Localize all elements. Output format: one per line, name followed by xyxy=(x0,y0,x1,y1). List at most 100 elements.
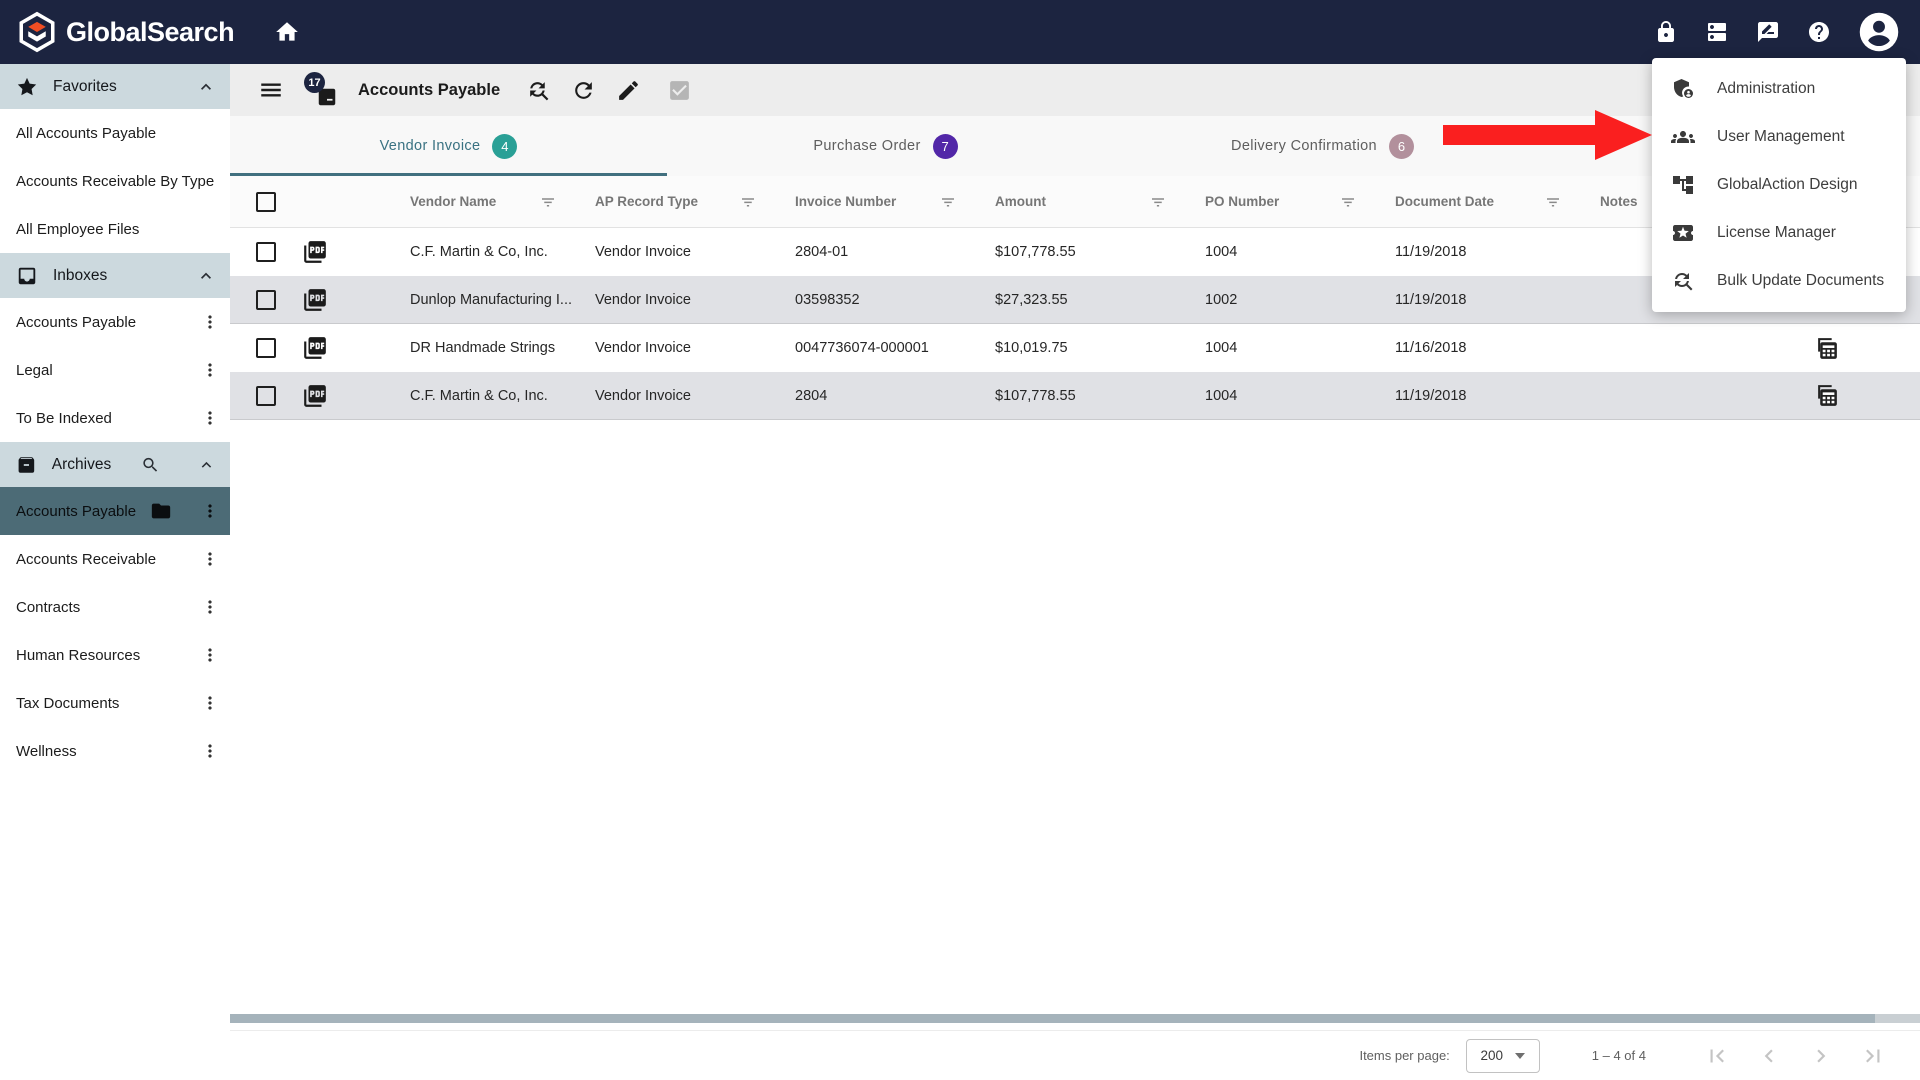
item-label: All Accounts Payable xyxy=(16,124,157,142)
sidebar-item-archive-tax-documents[interactable]: Tax Documents xyxy=(0,679,230,727)
kebab-menu-icon[interactable] xyxy=(200,408,220,428)
cell-vendor-name: Dunlop Manufacturing I... xyxy=(410,291,573,308)
feedback-icon[interactable] xyxy=(1756,20,1780,44)
sidebar-section-archives[interactable]: Archives xyxy=(0,442,230,487)
cell-ap-record-type: Vendor Invoice xyxy=(595,340,691,356)
filter-icon[interactable] xyxy=(1149,193,1167,211)
tab-count-badge: 6 xyxy=(1388,133,1414,159)
menu-item-globalaction-design[interactable]: GlobalAction Design xyxy=(1652,161,1906,209)
avatar[interactable] xyxy=(1858,11,1900,53)
sidebar-item-archive-accounts-receivable[interactable]: Accounts Receivable xyxy=(0,535,230,583)
cell-ap-record-type: Vendor Invoice xyxy=(595,387,691,404)
brand: GlobalSearch xyxy=(16,11,235,53)
filter-icon[interactable] xyxy=(1339,193,1357,211)
admin-shield-icon xyxy=(1674,79,1693,98)
item-label: Contracts xyxy=(16,598,81,616)
tab-delivery-confirmation[interactable]: Delivery Confirmation 6 xyxy=(1104,116,1541,176)
sidebar-item-inbox-accounts-payable[interactable]: Accounts Payable xyxy=(0,298,230,346)
archive-icon xyxy=(18,456,35,473)
table-row[interactable]: C.F. Martin & Co, Inc. Vendor Invoice 28… xyxy=(230,372,1920,420)
kebab-menu-icon[interactable] xyxy=(200,741,220,761)
sidebar-item-inbox-legal[interactable]: Legal xyxy=(0,346,230,394)
row-checkbox[interactable] xyxy=(256,385,276,406)
menu-item-label: License Manager xyxy=(1717,224,1836,241)
kebab-menu-icon[interactable] xyxy=(200,501,220,521)
column-header: PO Number xyxy=(1205,194,1280,209)
help-icon[interactable] xyxy=(1807,20,1831,44)
filter-icon[interactable] xyxy=(939,193,957,211)
notes-icon[interactable] xyxy=(1815,383,1840,408)
workflow-icon xyxy=(1673,176,1693,194)
items-per-page-select[interactable]: 200 xyxy=(1465,1038,1540,1073)
hamburger-menu-icon[interactable] xyxy=(258,77,284,103)
lock-icon[interactable] xyxy=(1654,20,1678,44)
chevron-up-icon xyxy=(201,272,211,279)
sidebar-item-archive-human-resources[interactable]: Human Resources xyxy=(0,631,230,679)
sidebar-item-all-accounts-payable[interactable]: All Accounts Payable xyxy=(0,109,230,157)
menu-item-license-manager[interactable]: License Manager xyxy=(1652,209,1906,257)
item-label: Human Resources xyxy=(16,646,141,664)
kebab-menu-icon[interactable] xyxy=(200,597,220,617)
cell-po-number: 1004 xyxy=(1205,387,1238,404)
kebab-menu-icon[interactable] xyxy=(200,693,220,713)
prev-page-icon[interactable] xyxy=(1756,1043,1782,1069)
groups-icon xyxy=(1671,131,1695,143)
find-replace-icon[interactable] xyxy=(526,78,551,103)
bulk-sync-icon xyxy=(1675,273,1693,291)
sidebar-section-favorites[interactable]: Favorites xyxy=(0,64,230,109)
chevron-up-icon xyxy=(201,461,212,468)
cell-po-number: 1004 xyxy=(1205,244,1238,260)
sidebar-item-all-employee-files[interactable]: All Employee Files xyxy=(0,205,230,253)
first-page-icon[interactable] xyxy=(1704,1043,1730,1069)
items-per-page-label: Items per page: xyxy=(1359,1048,1450,1063)
filter-icon[interactable] xyxy=(739,193,757,211)
items-per-page-value: 200 xyxy=(1480,1048,1504,1063)
menu-item-bulk-update-documents[interactable]: Bulk Update Documents xyxy=(1652,257,1906,305)
cell-vendor-name: C.F. Martin & Co, Inc. xyxy=(410,387,548,404)
sidebar-item-archive-contracts[interactable]: Contracts xyxy=(0,583,230,631)
kebab-menu-icon[interactable] xyxy=(200,549,220,569)
cell-ap-record-type: Vendor Invoice xyxy=(595,244,691,260)
menu-item-user-management[interactable]: User Management xyxy=(1652,113,1906,161)
kebab-menu-icon[interactable] xyxy=(200,312,220,332)
row-checkbox[interactable] xyxy=(256,289,276,310)
last-page-icon[interactable] xyxy=(1860,1043,1886,1069)
kebab-menu-icon[interactable] xyxy=(200,645,220,665)
horizontal-scrollbar-thumb[interactable] xyxy=(230,1014,1875,1023)
menu-item-label: User Management xyxy=(1717,128,1845,145)
table-row[interactable]: DR Handmade Strings Vendor Invoice 00477… xyxy=(230,324,1920,372)
item-label: Tax Documents xyxy=(16,694,120,712)
tab-vendor-invoice[interactable]: Vendor Invoice 4 xyxy=(230,116,667,176)
topbar-actions xyxy=(1654,0,1900,64)
cell-invoice-number: 2804-01 xyxy=(795,244,849,260)
cell-document-date: 11/19/2018 xyxy=(1395,387,1467,404)
filter-icon[interactable] xyxy=(539,193,557,211)
notes-icon[interactable] xyxy=(1815,336,1840,361)
refresh-icon[interactable] xyxy=(571,78,596,103)
edit-icon[interactable] xyxy=(616,78,641,103)
sidebar-item-archive-accounts-payable[interactable]: Accounts Payable xyxy=(0,487,230,535)
tab-label: Delivery Confirmation xyxy=(1231,138,1377,154)
row-checkbox[interactable] xyxy=(256,242,276,262)
section-label: Favorites xyxy=(53,77,117,95)
sidebar-item-accounts-receivable-by-type[interactable]: Accounts Receivable By Type xyxy=(0,157,230,205)
select-all-checkbox[interactable] xyxy=(256,191,276,212)
inbox-icon xyxy=(18,267,36,284)
kebab-menu-icon[interactable] xyxy=(200,360,220,380)
filter-icon[interactable] xyxy=(1544,193,1562,211)
sidebar-section-inboxes[interactable]: Inboxes xyxy=(0,253,230,298)
sidebar-item-inbox-to-be-indexed[interactable]: To Be Indexed xyxy=(0,394,230,442)
menu-item-administration[interactable]: Administration xyxy=(1652,65,1906,113)
sidebar-item-archive-wellness[interactable]: Wellness xyxy=(0,727,230,775)
column-header: Document Date xyxy=(1395,194,1495,209)
search-icon[interactable] xyxy=(141,455,160,475)
home-button[interactable] xyxy=(274,19,300,45)
tab-purchase-order[interactable]: Purchase Order 7 xyxy=(667,116,1104,176)
row-checkbox[interactable] xyxy=(256,338,276,358)
column-header: Invoice Number xyxy=(795,194,897,209)
tab-count-badge: 7 xyxy=(932,133,958,159)
next-page-icon[interactable] xyxy=(1808,1043,1834,1069)
column-header: Notes xyxy=(1600,194,1638,209)
storage-icon[interactable] xyxy=(1705,20,1729,44)
cell-amount: $10,019.75 xyxy=(995,340,1068,356)
